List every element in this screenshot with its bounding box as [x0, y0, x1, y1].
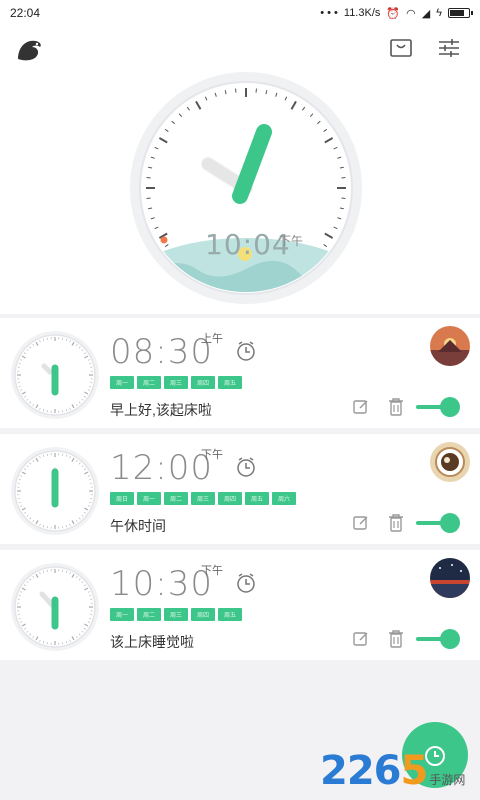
watermark-site: 手游网: [429, 773, 466, 787]
alarm-time: 08:30: [110, 332, 213, 372]
alarm-toggle[interactable]: [416, 629, 460, 649]
day-badge: 周二: [137, 376, 161, 389]
more-dots-icon: • • •: [320, 7, 338, 19]
day-badge: 周一: [110, 608, 134, 621]
alarm-label: 午休时间: [110, 518, 166, 534]
alarm-clock-face: [11, 563, 99, 651]
night-avatar[interactable]: [430, 558, 470, 598]
day-badge: 周一: [110, 376, 134, 389]
alarm-label: 早上好,该起床啦: [110, 402, 212, 418]
alarm-list: 08:30 上午 周一 周二 周三 周四 周五 早上好,该起床啦 12:00 下…: [0, 318, 480, 666]
main-clock-time: 10:04: [205, 228, 291, 261]
alarm-ampm: 上午: [201, 333, 223, 345]
shop-icon[interactable]: [388, 35, 414, 61]
edit-icon[interactable]: [352, 630, 370, 648]
alarm-clock-icon: [237, 457, 255, 477]
day-badge: 周日: [110, 492, 134, 505]
alarm-ampm: 下午: [201, 565, 223, 577]
alarm-toggle[interactable]: [416, 397, 460, 417]
day-badge: 周六: [272, 492, 296, 505]
network-speed: 11.3K/s: [343, 7, 381, 19]
battery-icon: [448, 8, 473, 18]
coffee-avatar[interactable]: [430, 442, 470, 482]
day-badge: 周一: [137, 492, 161, 505]
alarm-toggle[interactable]: [416, 513, 460, 533]
day-badge: 周四: [191, 376, 215, 389]
day-badge: 周四: [218, 492, 242, 505]
repeat-days: 周一 周二 周三 周四 周五: [110, 608, 242, 621]
alarm-clock-face: [11, 447, 99, 535]
alarm-status-icon: ⏰: [386, 7, 401, 20]
day-badge: 周四: [191, 608, 215, 621]
alarm-ampm: 下午: [201, 449, 223, 461]
repeat-days: 周一 周二 周三 周四 周五: [110, 376, 242, 389]
charging-icon: ϟ: [436, 7, 442, 19]
header: 10:04 下午: [0, 26, 480, 314]
status-time: 22:04: [10, 6, 41, 20]
day-badge: 周三: [164, 608, 188, 621]
day-badge: 周三: [164, 376, 188, 389]
alarm-clock-icon: [237, 573, 255, 593]
settings-sliders-icon[interactable]: [436, 35, 462, 61]
app-logo-icon[interactable]: [12, 31, 46, 65]
delete-icon[interactable]: [387, 513, 405, 533]
day-badge: 周五: [218, 376, 242, 389]
wifi-icon: ◠: [406, 7, 416, 20]
edit-icon[interactable]: [352, 398, 370, 416]
status-bar: 22:04 • • • 11.3K/s ⏰ ◠ ◢ ϟ: [0, 0, 480, 26]
day-badge: 周五: [218, 608, 242, 621]
alarm-time: 12:00: [110, 448, 213, 488]
sunset-avatar[interactable]: [430, 326, 470, 366]
alarm-card[interactable]: 10:30 下午 周一 周二 周三 周四 周五 该上床睡觉啦: [0, 550, 480, 660]
alarm-label: 该上床睡觉啦: [110, 634, 194, 650]
alarm-clock-face: [11, 331, 99, 419]
main-clock: [128, 70, 364, 306]
day-badge: 周二: [164, 492, 188, 505]
alarm-card[interactable]: 08:30 上午 周一 周二 周三 周四 周五 早上好,该起床啦: [0, 318, 480, 428]
signal-icon: ◢: [421, 7, 431, 20]
repeat-days: 周日 周一 周二 周三 周四 周五 周六: [110, 492, 296, 505]
delete-icon[interactable]: [387, 397, 405, 417]
day-badge: 周二: [137, 608, 161, 621]
day-badge: 周三: [191, 492, 215, 505]
watermark: 2265 手游网: [320, 748, 465, 794]
main-clock-ampm: 下午: [279, 234, 304, 248]
day-badge: 周五: [245, 492, 269, 505]
alarm-time: 10:30: [110, 564, 213, 604]
alarm-card[interactable]: 12:00 下午 周日 周一 周二 周三 周四 周五 周六 午休时间: [0, 434, 480, 544]
alarm-clock-icon: [237, 341, 255, 361]
watermark-number: 2265: [320, 748, 428, 794]
edit-icon[interactable]: [352, 514, 370, 532]
delete-icon[interactable]: [387, 629, 405, 649]
